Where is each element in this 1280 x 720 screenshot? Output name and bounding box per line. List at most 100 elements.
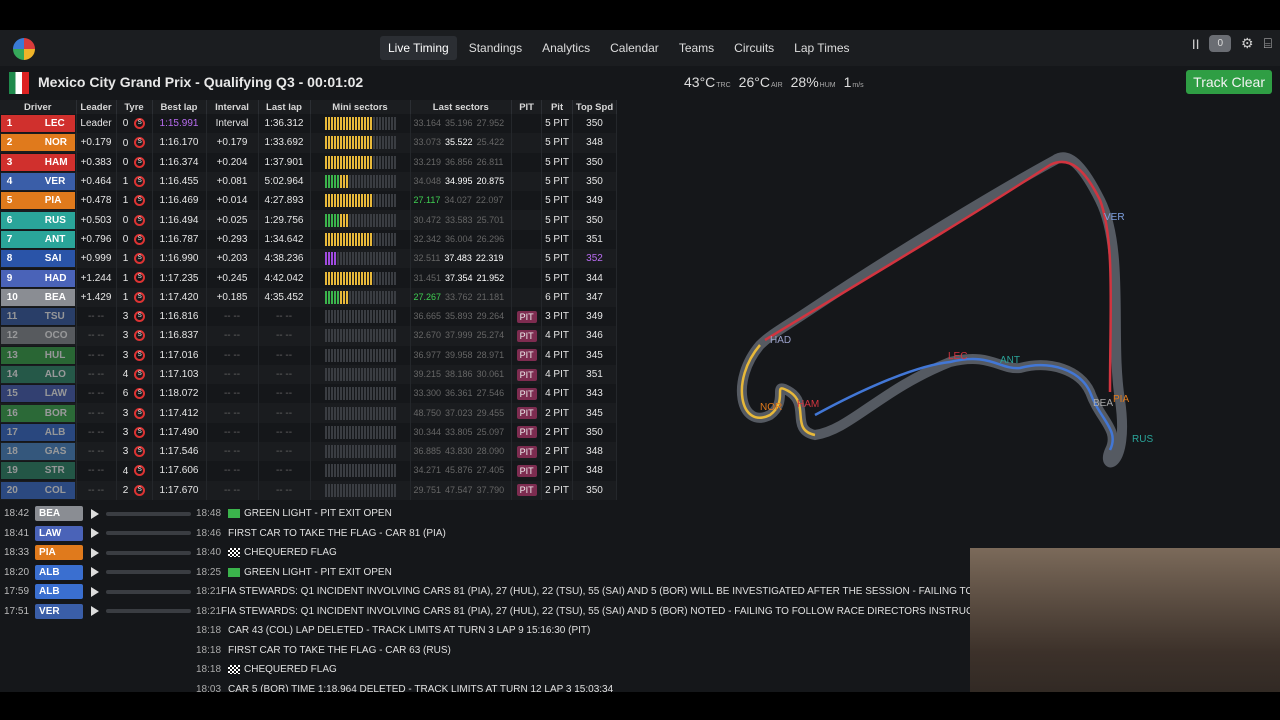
- mini-sector-bar: [363, 406, 366, 420]
- gap-to-leader: -- --: [76, 384, 117, 404]
- last-lap: 1:37.901: [258, 152, 311, 172]
- driver-row[interactable]: 1 LEC Leader 0 S 1:15.991 Interval 1:36.312 33.1…: [0, 114, 617, 134]
- driver-tag[interactable]: 12 OCO: [0, 327, 75, 345]
- mini-sector-bar: [327, 117, 330, 131]
- column-header[interactable]: Tyre: [116, 100, 153, 114]
- driver-row[interactable]: 4 VER +0.464 1 S 1:16.455 +0.081 5:02.964 34.048…: [0, 171, 617, 192]
- driver-tag[interactable]: 19 STR: [0, 462, 75, 480]
- radio-time: 18:20: [4, 566, 30, 578]
- top-speed: 350: [572, 152, 617, 172]
- mini-sector-bar: [357, 136, 360, 150]
- driver-tag[interactable]: 3 HAM: [0, 153, 75, 171]
- play-icon[interactable]: [91, 567, 100, 578]
- driver-tag[interactable]: 4 VER: [0, 173, 75, 191]
- driver-row[interactable]: 20 COL -- -- 2 S 1:17.670 -- -- -- -- 29.751 47.5…: [0, 480, 617, 500]
- driver-tag[interactable]: 6 RUS: [0, 211, 75, 229]
- audio-progress[interactable]: [106, 570, 192, 575]
- play-icon[interactable]: [91, 547, 100, 558]
- column-header[interactable]: Last sectors: [410, 100, 513, 114]
- driver-tag[interactable]: 7 ANT: [0, 230, 75, 248]
- green-flag-icon: [228, 509, 240, 519]
- driver-row[interactable]: 7 ANT +0.796 0 S 1:16.787 +0.293 1:34.642 32.342…: [0, 229, 617, 250]
- driver-row[interactable]: 19 STR -- -- 4 S 1:17.606 -- -- -- -- 34.271 45.8…: [0, 461, 617, 481]
- nav-live-timing[interactable]: Live Timing: [380, 36, 457, 60]
- driver-code: LAW: [44, 388, 67, 400]
- column-header[interactable]: Mini sectors: [310, 100, 411, 114]
- driver-row[interactable]: 3 HAM +0.383 0 S 1:16.374 +0.204 1:37.901 33.219…: [0, 152, 617, 172]
- driver-tag[interactable]: 20 COL: [0, 481, 75, 499]
- driver-tag[interactable]: 11 TSU: [0, 308, 75, 326]
- driver-row[interactable]: 8 SAI +0.999 1 S 1:16.990 +0.203 4:38.236 32.511…: [0, 249, 617, 269]
- play-icon[interactable]: [91, 586, 100, 597]
- mini-sector-bar: [327, 464, 330, 478]
- driver-tag[interactable]: 10 BEA: [0, 288, 75, 306]
- last-sectors: 30.344 33.805 25.097: [410, 422, 513, 443]
- sector-time: 33.073: [413, 137, 442, 148]
- message-time: 18:18: [196, 644, 222, 656]
- nav-calendar[interactable]: Calendar: [602, 36, 667, 60]
- nav-lap-times[interactable]: Lap Times: [786, 36, 857, 60]
- driver-tag[interactable]: 2 NOR: [0, 134, 75, 152]
- mini-sector-bar: [357, 290, 360, 304]
- gap-to-leader: -- --: [76, 403, 117, 423]
- mini-sector-bar: [330, 271, 333, 285]
- mini-sector-bar: [333, 387, 336, 401]
- nav-teams[interactable]: Teams: [671, 36, 722, 60]
- pause-icon[interactable]: II: [1192, 36, 1200, 52]
- driver-row[interactable]: 10 BEA +1.429 1 S 1:17.420 +0.185 4:35.452 27.26…: [0, 287, 617, 307]
- mini-sector-bar: [330, 232, 333, 246]
- driver-tag[interactable]: 9 HAD: [0, 269, 75, 287]
- nav-circuits[interactable]: Circuits: [726, 36, 782, 60]
- audio-progress[interactable]: [106, 550, 192, 555]
- driver-row[interactable]: 15 LAW -- -- 6 S 1:18.072 -- -- -- -- 33.300 36.3…: [0, 384, 617, 404]
- driver-tag[interactable]: 8 SAI: [0, 250, 75, 268]
- audio-progress[interactable]: [106, 531, 192, 536]
- driver-row[interactable]: 13 HUL -- -- 3 S 1:17.016 -- -- -- -- 36.977 39.9…: [0, 345, 617, 365]
- driver-row[interactable]: 11 TSU -- -- 3 S 1:16.816 -- -- -- -- 36.665 35.8…: [0, 306, 617, 327]
- in-pit-badge: PIT: [516, 445, 537, 458]
- driver-row[interactable]: 16 BOR -- -- 3 S 1:17.412 -- -- -- -- 48.750 37.0…: [0, 403, 617, 423]
- driver-row[interactable]: 18 GAS -- -- 3 S 1:17.546 -- -- -- -- 36.885 43.8…: [0, 442, 617, 462]
- driver-tag[interactable]: 13 HUL: [0, 346, 75, 364]
- interval: -- --: [206, 364, 259, 385]
- driver-row[interactable]: 12 OCO -- -- 3 S 1:16.837 -- -- -- -- 32.670 37.9…: [0, 326, 617, 346]
- play-icon[interactable]: [91, 606, 100, 617]
- driver-tag[interactable]: 14 ALO: [0, 366, 75, 383]
- app-logo-icon[interactable]: [13, 38, 35, 60]
- column-header[interactable]: Driver: [0, 100, 77, 114]
- driver-row[interactable]: 6 RUS +0.503 0 S 1:16.494 +0.025 1:29.756 30.472…: [0, 210, 617, 230]
- column-header[interactable]: Pit: [541, 100, 573, 114]
- gear-icon[interactable]: ⚙: [1241, 35, 1254, 52]
- mini-sector-bar: [372, 155, 375, 169]
- mini-sectors: [310, 229, 411, 250]
- column-header[interactable]: Leader: [76, 100, 117, 114]
- driver-tag[interactable]: 17 ALB: [0, 423, 75, 441]
- audio-progress[interactable]: [106, 511, 192, 516]
- audio-progress[interactable]: [106, 609, 192, 614]
- column-header[interactable]: Interval: [206, 100, 259, 114]
- delay-badge[interactable]: 0: [1209, 35, 1232, 52]
- driver-tag[interactable]: 18 GAS: [0, 443, 75, 461]
- driver-row[interactable]: 5 PIA +0.478 1 S 1:16.469 +0.014 4:27.893 27.117…: [0, 191, 617, 211]
- mini-sector-bar: [387, 368, 390, 381]
- driver-row[interactable]: 17 ALB -- -- 3 S 1:17.490 -- -- -- -- 30.344 33.8…: [0, 422, 617, 443]
- column-header[interactable]: Last lap: [258, 100, 311, 114]
- nav-standings[interactable]: Standings: [461, 36, 530, 60]
- audio-progress[interactable]: [106, 589, 192, 594]
- driver-tag[interactable]: 5 PIA: [0, 192, 75, 210]
- driver-tag[interactable]: 16 BOR: [0, 404, 75, 422]
- driver-row[interactable]: 14 ALO -- -- 4 S 1:17.103 -- -- -- -- 39.215 38.1…: [0, 364, 617, 385]
- column-header[interactable]: Best lap: [152, 100, 207, 114]
- nav-analytics[interactable]: Analytics: [534, 36, 598, 60]
- mini-sector-bar: [378, 155, 381, 169]
- play-icon[interactable]: [91, 508, 100, 519]
- mini-sector-bar: [324, 155, 327, 169]
- column-header[interactable]: Top Spd: [572, 100, 617, 114]
- driver-row[interactable]: 2 NOR +0.179 0 S 1:16.170 +0.179 1:33.692 33.073…: [0, 133, 617, 153]
- column-header[interactable]: PIT: [511, 100, 543, 114]
- driver-row[interactable]: 9 HAD +1.244 1 S 1:17.235 +0.245 4:42.042 31.451…: [0, 268, 617, 288]
- play-icon[interactable]: [91, 528, 100, 539]
- driver-tag[interactable]: 1 LEC: [0, 115, 75, 133]
- bin-icon[interactable]: ⌸: [1264, 35, 1272, 52]
- driver-tag[interactable]: 15 LAW: [0, 385, 75, 403]
